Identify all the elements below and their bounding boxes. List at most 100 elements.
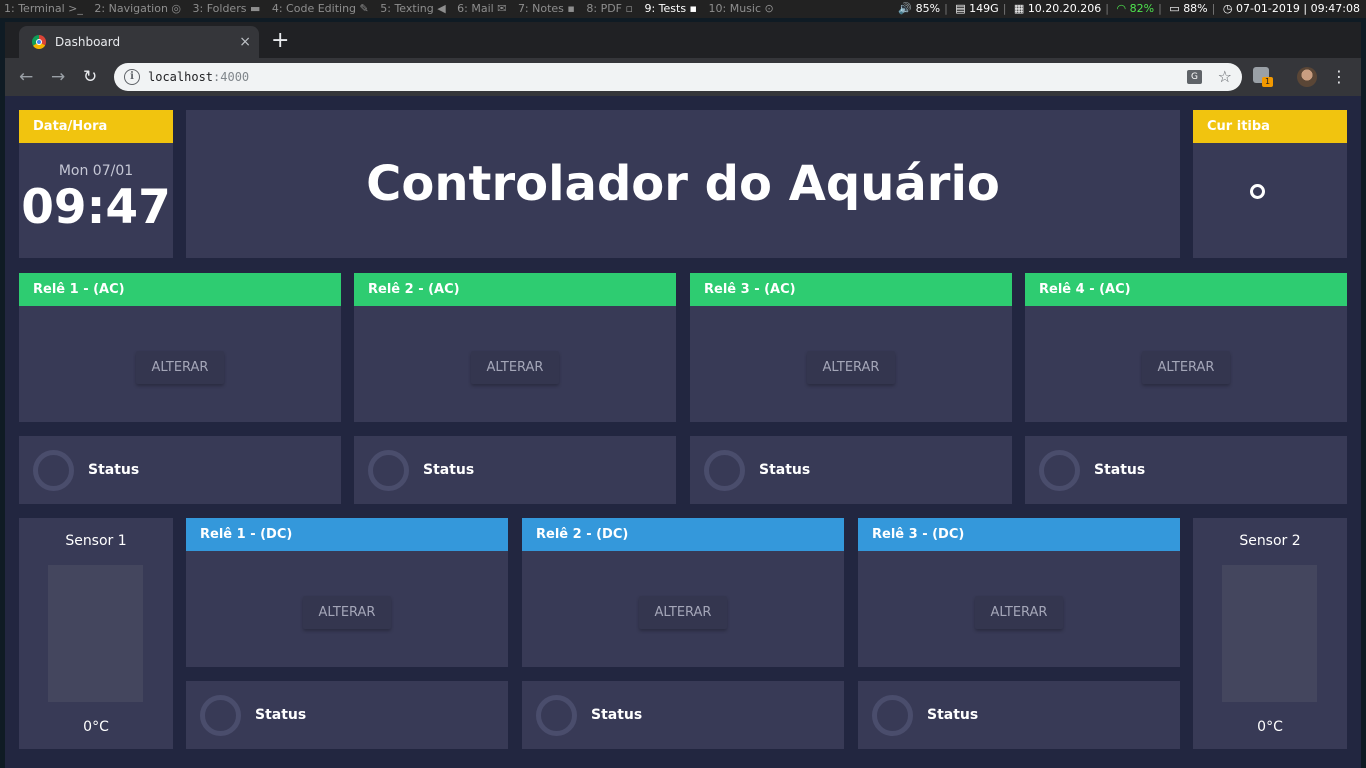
current-date: Mon 07/01 [58,163,134,179]
forward-arrow-icon[interactable]: → [51,58,65,96]
workspace-4[interactable]: 4: Code Editing ✎ [268,0,373,18]
relay-dc-2-status-card: Status [522,681,844,749]
workspace-2[interactable]: 2: Navigation ◎ [90,0,185,18]
wifi-icon: ◠ [1116,2,1130,15]
sensor-1-gauge [48,565,143,702]
datetime-card-header: Data/Hora [19,110,173,143]
url-host: localhost [148,70,214,84]
relay-dc-1-toggle-button[interactable]: ALTERAR [303,596,391,629]
wifi-value: 82% [1129,2,1155,15]
relay-ac-1-card: Relê 1 - (AC) ALTERAR [19,273,341,422]
profile-avatar[interactable] [1297,67,1317,87]
workspace-5[interactable]: 5: Texting ◀ [376,0,449,18]
relay-ac-3-status-card: Status [690,436,1012,504]
relay-ac-2-header: Relê 2 - (AC) [354,273,676,306]
sensor-1-value: 0°C [83,719,109,735]
workspace-7[interactable]: 7: Notes ▪ [514,0,579,18]
url-port: :4000 [213,70,250,84]
battery-indicator: ▭ 88% [1165,0,1211,18]
weather-card: Cur itiba [1193,110,1347,258]
status-ring-icon [200,695,241,736]
reload-icon[interactable]: ↻ [83,58,97,96]
relay-dc-3-status-label: Status [927,707,979,723]
status-ring-icon [33,450,74,491]
relay-ac-4-card: Relê 4 - (AC) ALTERAR [1025,273,1347,422]
relay-ac-2-toggle-button[interactable]: ALTERAR [471,351,559,384]
current-time: 09:47 [21,180,171,235]
relay-ac-3-status-label: Status [759,462,811,478]
sensor-1-name: Sensor 1 [65,533,127,549]
address-bar[interactable]: i localhost:4000 G ☆ [114,63,1242,91]
relay-dc-2-toggle-button[interactable]: ALTERAR [639,596,727,629]
clock-value: 07-01-2019 | 09:47:08 [1235,2,1360,15]
workspace-1[interactable]: 1: Terminal >_ [0,0,87,18]
relay-ac-4-status-label: Status [1094,462,1146,478]
status-ring-icon [704,450,745,491]
menu-kebab-icon[interactable]: ⋮ [1331,58,1347,96]
relay-dc-2-status-label: Status [591,707,643,723]
wifi-indicator: ◠ 82% [1113,0,1159,18]
sensor-1-card: Sensor 1 0°C [19,518,173,749]
clock-icon: ◷ [1222,2,1236,15]
ip-value: 10.20.20.206 [1027,2,1102,15]
relay-dc-3-header: Relê 3 - (DC) [858,518,1180,551]
new-tab-button[interactable]: + [271,26,289,56]
title-card: Controlador do Aquário [186,110,1180,258]
disk-indicator: ▤ 149G [951,0,1002,18]
browser-window: Dashboard × + ← → ↻ i localhost:4000 G ☆… [5,22,1361,768]
extension-badge: 1 [1262,77,1273,87]
url-text[interactable]: localhost:4000 [148,63,249,91]
sensor-2-card: Sensor 2 0°C [1193,518,1347,749]
sensor-2-name: Sensor 2 [1239,533,1301,549]
network-icon: ▦ [1013,2,1028,15]
tab-title: Dashboard [55,35,121,49]
workspace-3[interactable]: 3: Folders ▬ [189,0,265,18]
relay-ac-4-toggle-button[interactable]: ALTERAR [1142,351,1230,384]
status-ring-icon [872,695,913,736]
volume-indicator: 🔊 85% [898,2,941,15]
sensor-2-value: 0°C [1257,719,1283,735]
disk-value: 149G [969,2,999,15]
workspace-6[interactable]: 6: Mail ✉ [453,0,510,18]
weather-card-header: Cur itiba [1193,110,1347,143]
browser-toolbar: ← → ↻ i localhost:4000 G ☆ 1 ⋮ [5,58,1361,96]
relay-ac-3-toggle-button[interactable]: ALTERAR [807,351,895,384]
back-arrow-icon[interactable]: ← [19,58,33,96]
system-tray: 🔊 85% | ▤ 149G | ▦ 10.20.20.206 | ◠ 82% | ▭ … [894,0,1364,18]
relay-dc-1-header: Relê 1 - (DC) [186,518,508,551]
workspace-8[interactable]: 8: PDF ▫ [582,0,637,18]
battery-value: 88% [1183,2,1208,15]
workspace-9-active[interactable]: 9: Tests ▪ [640,0,701,18]
status-ring-icon [1039,450,1080,491]
chrome-favicon-icon [32,35,46,49]
tab-strip: Dashboard × + [5,22,1361,58]
relay-ac-4-header: Relê 4 - (AC) [1025,273,1347,306]
relay-ac-2-status-card: Status [354,436,676,504]
close-icon[interactable]: × [239,26,251,58]
page-title: Controlador do Aquário [366,156,1000,212]
relay-dc-3-toggle-button[interactable]: ALTERAR [975,596,1063,629]
relay-ac-2-status-label: Status [423,462,475,478]
relay-dc-2-header: Relê 2 - (DC) [522,518,844,551]
system-status-bar: 1: Terminal >_ 2: Navigation ◎ 3: Folder… [0,0,1366,18]
battery-icon: ▭ [1169,2,1184,15]
workspace-10[interactable]: 10: Music ⊙ [705,0,778,18]
relay-ac-1-header: Relê 1 - (AC) [19,273,341,306]
relay-dc-1-card: Relê 1 - (DC) ALTERAR [186,518,508,667]
clock-indicator: ◷ 07-01-2019 | 09:47:08 [1219,0,1364,18]
status-ring-icon [536,695,577,736]
relay-ac-1-toggle-button[interactable]: ALTERAR [136,351,224,384]
relay-dc-1-status-label: Status [255,707,307,723]
relay-ac-3-header: Relê 3 - (AC) [690,273,1012,306]
workspace-list: 1: Terminal >_ 2: Navigation ◎ 3: Folder… [0,0,778,18]
relay-ac-3-card: Relê 3 - (AC) ALTERAR [690,273,1012,422]
bookmark-star-icon[interactable]: ☆ [1218,63,1232,91]
info-icon[interactable]: i [124,69,140,85]
disk-icon: ▤ [955,2,970,15]
degree-ring-icon [1250,184,1265,199]
status-ring-icon [368,450,409,491]
translate-icon[interactable]: G [1187,70,1202,84]
tab-dashboard[interactable]: Dashboard × [19,26,259,58]
relay-dc-2-card: Relê 2 - (DC) ALTERAR [522,518,844,667]
relay-ac-2-card: Relê 2 - (AC) ALTERAR [354,273,676,422]
